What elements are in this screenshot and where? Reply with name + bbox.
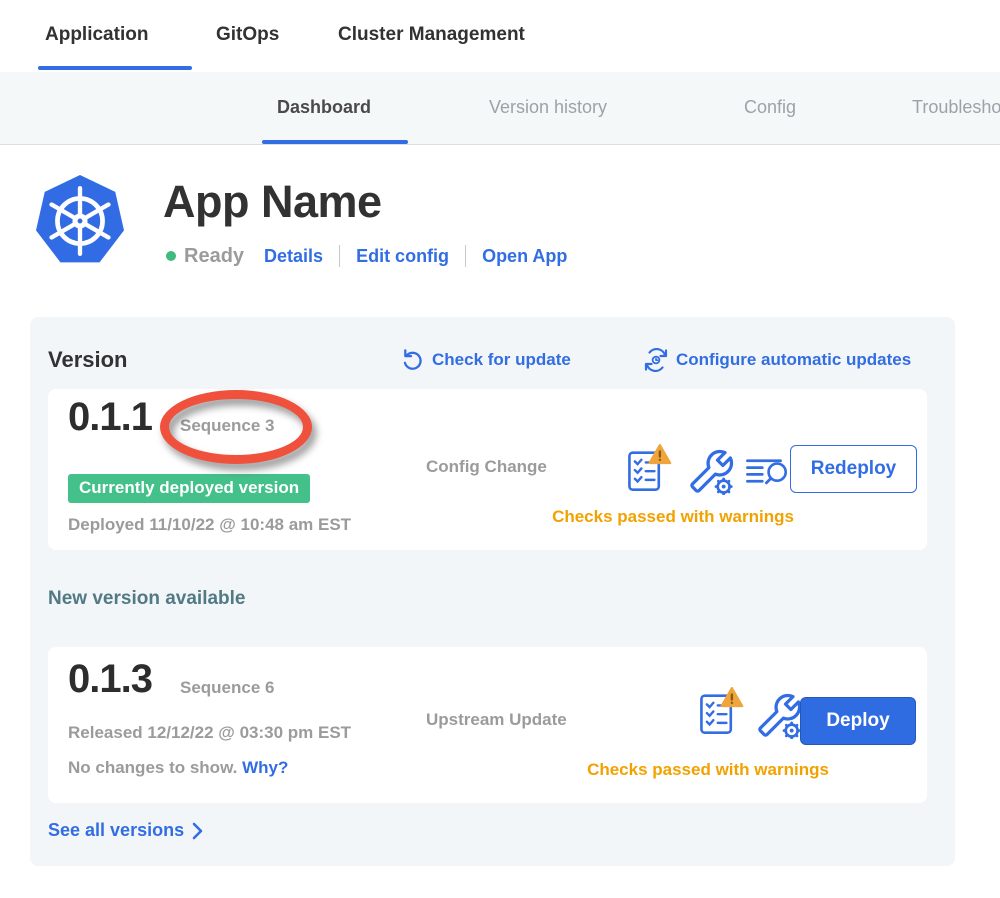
deployed-timestamp: Deployed 11/10/22 @ 10:48 am EST [68,515,351,535]
details-link[interactable]: Details [264,246,323,267]
divider [339,245,340,267]
available-sequence-label: Sequence 6 [180,678,275,698]
preflight-checks-icon[interactable] [626,444,672,494]
app-tab-bar: Dashboard Version history Config Trouble… [0,72,1000,145]
auto-update-clock-icon [644,348,668,372]
new-version-heading: New version available [48,588,246,610]
open-app-link[interactable]: Open App [482,246,567,267]
current-release-card: 0.1.1 Sequence 3 Currently deployed vers… [48,389,927,550]
chevron-right-icon [192,822,203,840]
release-source-type: Config Change [426,457,547,477]
tab-troubleshoot[interactable]: Troubleshoot [912,97,1000,118]
see-all-versions-link[interactable]: See all versions [48,820,203,841]
available-release-card: 0.1.3 Sequence 6 Released 12/12/22 @ 03:… [48,647,927,803]
app-status-label: Ready [184,245,244,268]
available-version-number: 0.1.3 [68,657,152,702]
nav-item-application[interactable]: Application [45,24,148,46]
version-panel-title: Version [48,347,127,373]
no-changes-text: No changes to show. [68,758,237,777]
top-nav: Application GitOps Cluster Management [0,0,1000,72]
kubernetes-logo [33,172,127,270]
current-sequence-label: Sequence 3 [180,416,275,436]
currently-deployed-badge: Currently deployed version [68,474,310,503]
divider [465,245,466,267]
page-title: App Name [163,176,382,228]
checks-status-text: Checks passed with warnings [503,507,843,527]
check-for-update-link[interactable]: Check for update [401,348,571,371]
nav-item-cluster-management[interactable]: Cluster Management [338,24,525,46]
see-all-versions-label: See all versions [48,820,184,841]
tab-config[interactable]: Config [744,97,796,118]
current-version-number: 0.1.1 [68,395,152,440]
check-for-update-label: Check for update [432,350,571,370]
release-source-type: Upstream Update [426,710,567,730]
nav-item-gitops[interactable]: GitOps [216,24,279,46]
released-timestamp: Released 12/12/22 @ 03:30 pm EST [68,723,351,743]
config-wrench-gear-icon[interactable] [756,693,802,739]
active-tab-underline [262,140,408,144]
configure-automatic-updates-link[interactable]: Configure automatic updates [644,348,911,372]
configure-automatic-updates-label: Configure automatic updates [676,350,911,370]
deploy-button[interactable]: Deploy [800,697,916,745]
checks-status-text: Checks passed with warnings [538,760,878,780]
view-diff-icon[interactable] [744,455,792,487]
edit-config-link[interactable]: Edit config [356,246,449,267]
refresh-icon [401,348,424,371]
why-link[interactable]: Why? [242,758,288,777]
redeploy-button[interactable]: Redeploy [790,445,917,493]
app-status-row: Ready Details Edit config Open App [166,242,567,270]
changes-note: No changes to show. Why? [68,758,288,778]
ready-status-dot [166,251,176,261]
tab-dashboard[interactable]: Dashboard [277,97,371,118]
tab-version-history[interactable]: Version history [489,97,607,118]
preflight-checks-icon[interactable] [698,687,744,737]
config-wrench-gear-icon[interactable] [688,449,734,495]
active-nav-underline [38,66,192,70]
